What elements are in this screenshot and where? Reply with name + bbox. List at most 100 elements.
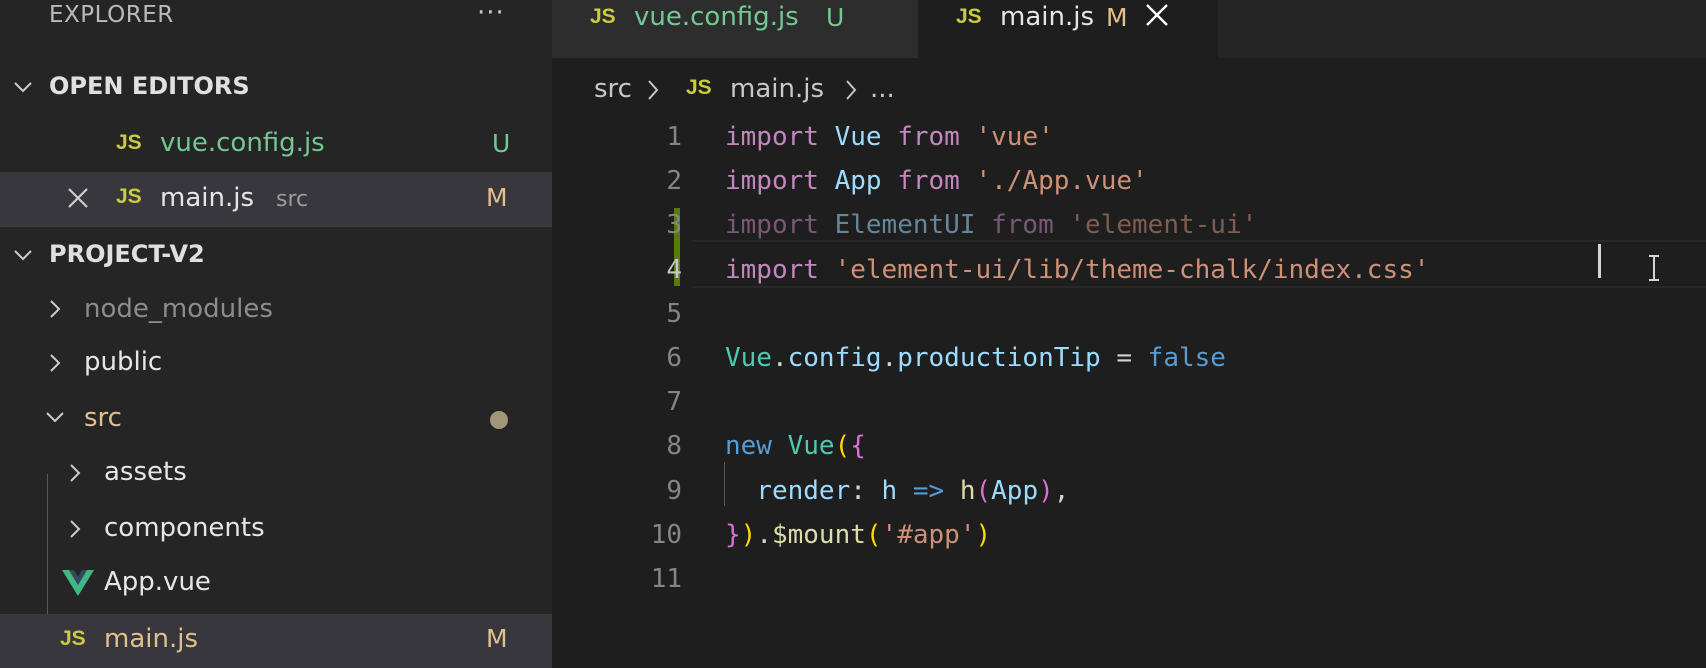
section-divider bbox=[0, 226, 552, 227]
tree-item-label: components bbox=[104, 513, 265, 543]
js-file-icon: JS bbox=[116, 131, 142, 154]
code-line[interactable]: }).$mount('#app') bbox=[725, 520, 991, 550]
code-token: import bbox=[725, 122, 819, 152]
code-line[interactable]: import Vue from 'vue' bbox=[725, 122, 1054, 152]
line-number: 8 bbox=[666, 431, 682, 462]
code-token: from bbox=[897, 122, 960, 152]
code-line[interactable]: render: h => h(App), bbox=[725, 476, 1069, 506]
tree-item-label: src bbox=[84, 403, 122, 433]
chevron-down-icon bbox=[44, 406, 66, 428]
code-token: ( bbox=[975, 475, 992, 506]
code-token: => bbox=[912, 475, 945, 506]
more-actions-button[interactable]: ··· bbox=[477, 0, 505, 28]
code-token: '#app' bbox=[881, 519, 976, 550]
code-token: App bbox=[991, 475, 1039, 506]
js-file-icon: JS bbox=[686, 76, 712, 99]
editor-tab-bar: JS vue.config.js U JS main.js M bbox=[552, 0, 1706, 58]
js-file-icon: JS bbox=[956, 5, 982, 28]
project-section-header[interactable]: PROJECT-V2 bbox=[0, 228, 552, 282]
line-number: 3 bbox=[666, 210, 682, 241]
code-line[interactable]: import ElementUI from 'element-ui' bbox=[725, 210, 1257, 240]
line-number: 4 bbox=[666, 254, 682, 285]
breadcrumb-file[interactable]: main.js bbox=[730, 74, 824, 104]
code-token: ( bbox=[834, 431, 851, 462]
close-icon[interactable] bbox=[66, 186, 90, 217]
tab-main-js[interactable]: JS main.js M bbox=[918, 0, 1218, 58]
code-editor[interactable]: 1 2 3 4 5 6 7 8 9 10 11 import Vue from 'vue' impor… bbox=[552, 118, 1706, 662]
code-token: . bbox=[756, 519, 772, 550]
tree-item-assets[interactable]: assets bbox=[0, 448, 552, 502]
code-line[interactable]: import 'element-ui/lib/theme-chalk/index… bbox=[725, 255, 1429, 285]
code-token: false bbox=[1147, 343, 1226, 373]
tree-item-node-modules[interactable]: node_modules bbox=[0, 282, 552, 336]
code-token: config bbox=[787, 343, 882, 373]
untracked-badge: U bbox=[826, 3, 845, 32]
tree-item-components[interactable]: components bbox=[0, 504, 552, 558]
code-token: ( bbox=[865, 519, 882, 550]
chevron-down-icon bbox=[12, 244, 34, 266]
breadcrumb: src JS main.js ... bbox=[552, 58, 1706, 118]
line-number: 7 bbox=[666, 387, 682, 418]
open-editor-label: vue.config.js bbox=[160, 128, 325, 158]
tree-item-label: App.vue bbox=[104, 567, 211, 597]
code-token: import bbox=[725, 166, 819, 197]
tree-item-main-js[interactable]: JS main.js M bbox=[0, 614, 552, 668]
line-number: 11 bbox=[650, 564, 682, 594]
code-token: } bbox=[725, 519, 741, 550]
code-token: import bbox=[725, 210, 819, 241]
tree-item-label: assets bbox=[104, 457, 187, 487]
untracked-badge: U bbox=[492, 129, 511, 158]
tree-item-src[interactable]: src bbox=[0, 392, 552, 446]
chevron-down-icon bbox=[12, 76, 34, 98]
open-editor-item-main-js[interactable]: JS main.js src M bbox=[0, 172, 552, 226]
breadcrumb-symbols[interactable]: ... bbox=[870, 74, 895, 104]
project-title: PROJECT-V2 bbox=[49, 240, 205, 268]
open-editors-section-header[interactable]: OPEN EDITORS bbox=[0, 60, 552, 114]
code-token: . bbox=[771, 343, 788, 373]
explorer-title: EXPLORER bbox=[49, 2, 174, 28]
close-tab-icon[interactable] bbox=[1144, 2, 1170, 35]
line-number: 2 bbox=[666, 166, 682, 197]
code-token: h bbox=[881, 475, 898, 506]
open-editors-title: OPEN EDITORS bbox=[49, 72, 250, 100]
tree-item-public[interactable]: public bbox=[0, 336, 552, 390]
open-editor-description: src bbox=[276, 187, 309, 212]
breadcrumb-folder[interactable]: src bbox=[594, 74, 632, 104]
code-token: Vue bbox=[834, 122, 882, 152]
code-token: App bbox=[834, 166, 882, 197]
code-line[interactable]: new Vue({ bbox=[725, 431, 866, 461]
chevron-right-icon bbox=[646, 78, 660, 108]
modified-badge: M bbox=[486, 624, 508, 653]
chevron-right-icon bbox=[64, 462, 86, 484]
code-line[interactable]: Vue.config.productionTip = false bbox=[725, 343, 1226, 373]
tree-item-label: main.js bbox=[104, 624, 198, 654]
open-editor-item-vue-config[interactable]: JS vue.config.js U bbox=[0, 118, 552, 172]
explorer-header: EXPLORER ··· bbox=[0, 0, 552, 34]
chevron-right-icon bbox=[44, 298, 66, 320]
explorer-sidebar: EXPLORER ··· OPEN EDITORS JS vue.config.… bbox=[0, 0, 552, 668]
modified-badge: M bbox=[486, 183, 508, 212]
line-number: 6 bbox=[666, 343, 682, 373]
code-token: = bbox=[1100, 343, 1148, 373]
tree-item-app-vue[interactable]: App.vue bbox=[0, 558, 552, 612]
js-file-icon: JS bbox=[116, 185, 142, 208]
tab-vue-config-js[interactable]: JS vue.config.js U bbox=[552, 0, 918, 58]
code-token: productionTip bbox=[897, 343, 1101, 373]
code-token: ) bbox=[740, 519, 757, 550]
code-token: ) bbox=[975, 519, 992, 550]
code-token: Vue bbox=[725, 343, 772, 373]
code-token: 'vue' bbox=[975, 122, 1054, 152]
code-token: ElementUI bbox=[834, 210, 976, 241]
code-line[interactable]: import App from './App.vue' bbox=[725, 166, 1148, 196]
code-token: { bbox=[850, 431, 866, 462]
